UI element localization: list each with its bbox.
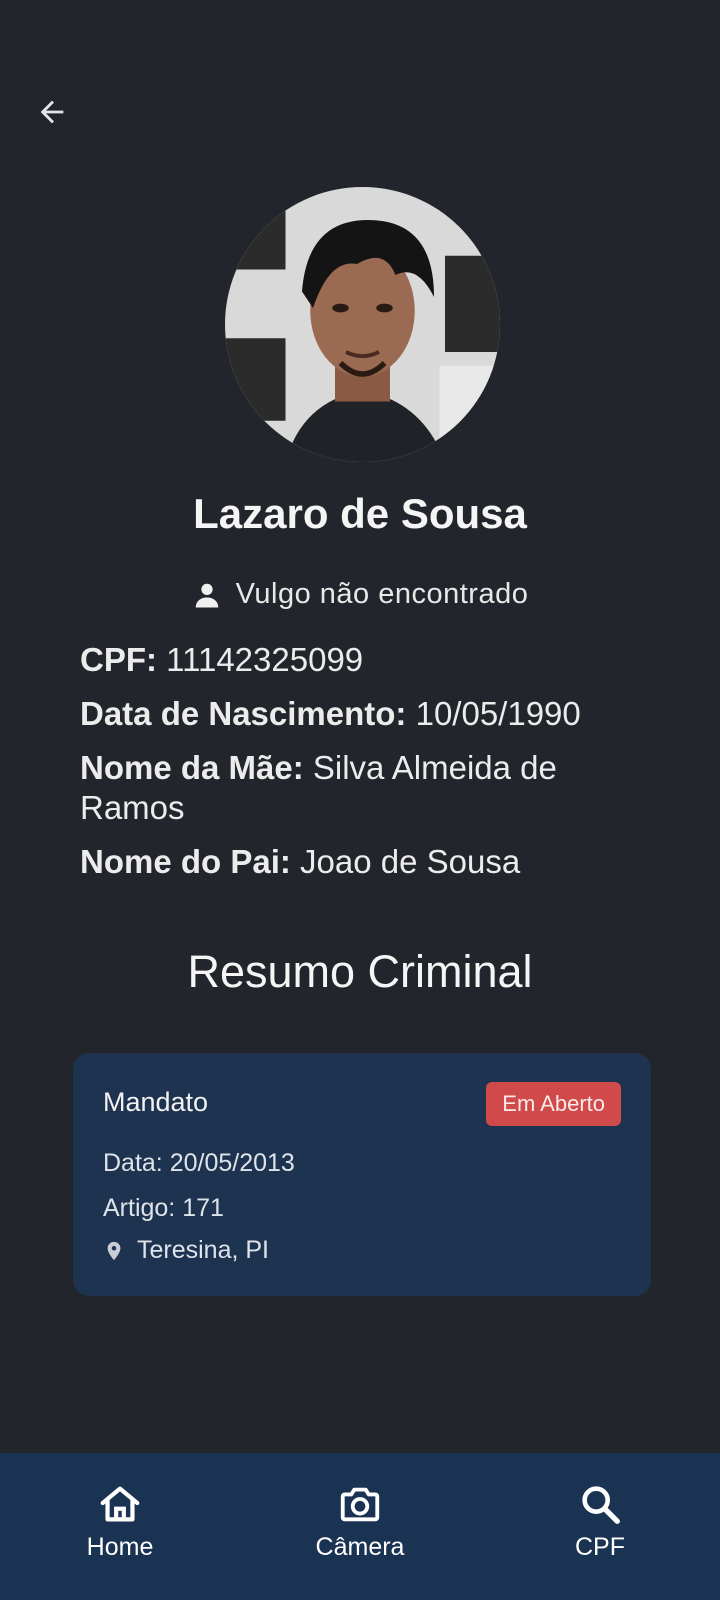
detail-father-name: Nome do Pai: Joao de Sousa	[80, 842, 660, 882]
detail-cpf: CPF: 11142325099	[80, 640, 660, 680]
detail-value: 10/05/1990	[406, 695, 581, 732]
record-date: Data: 20/05/2013	[103, 1149, 295, 1177]
nav-camera[interactable]: Câmera	[260, 1453, 460, 1600]
record-card[interactable]: Mandato Em Aberto Data: 20/05/2013 Artig…	[73, 1053, 651, 1296]
map-pin-icon	[107, 1241, 121, 1260]
record-location-text: Teresina, PI	[137, 1236, 270, 1264]
bottom-nav: Home Câmera CPF	[0, 1453, 720, 1600]
person-icon	[195, 583, 218, 607]
detail-label: Nome do Pai:	[80, 843, 291, 880]
back-button[interactable]	[32, 92, 72, 132]
detail-label: Data de Nascimento:	[80, 695, 407, 732]
detail-value: 11142325099	[157, 641, 364, 678]
nav-label: Home	[86, 1533, 154, 1561]
nav-cpf[interactable]: CPF	[500, 1453, 700, 1600]
nickname-text: Vulgo não encontrado	[235, 578, 529, 610]
person-name: Lazaro de Sousa	[193, 490, 527, 537]
personal-details: CPF: 11142325099 Data de Nascimento: 10/…	[80, 640, 660, 896]
arrow-left-icon	[40, 100, 64, 124]
status-badge: Em Aberto	[486, 1082, 621, 1126]
detail-label: CPF:	[80, 641, 157, 678]
home-icon	[100, 1486, 140, 1522]
detail-birth-date: Data de Nascimento: 10/05/1990	[80, 694, 660, 734]
profile-photo	[225, 187, 500, 462]
record-article: Artigo: 171	[103, 1194, 224, 1222]
detail-mother-name: Nome da Mãe: Silva Almeida de Ramos	[80, 748, 660, 828]
record-location: Teresina, PI	[103, 1236, 269, 1265]
detail-value: Joao de Sousa	[290, 843, 521, 880]
search-icon	[582, 1486, 620, 1524]
nav-home[interactable]: Home	[20, 1453, 220, 1600]
detail-label: Nome da Mãe:	[80, 749, 304, 786]
section-title: Resumo Criminal	[187, 946, 533, 997]
nav-label: CPF	[575, 1533, 625, 1561]
nickname-row: Vulgo não encontrado	[0, 578, 720, 611]
record-type: Mandato	[103, 1087, 209, 1117]
nav-label: Câmera	[315, 1533, 405, 1561]
camera-icon	[340, 1487, 380, 1522]
